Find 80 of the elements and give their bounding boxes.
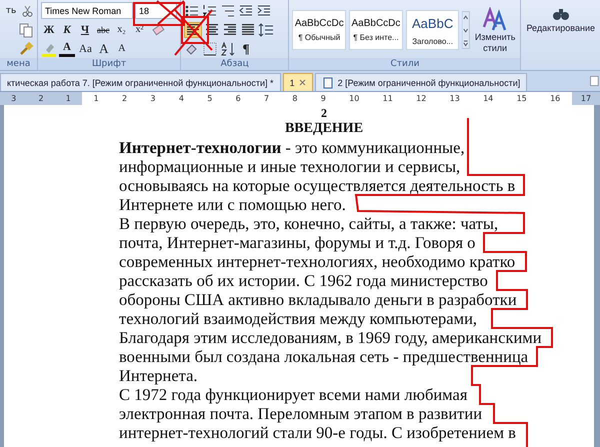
document-text-line: современных интернет-технологиях, необходимо кратко	[119, 252, 516, 271]
group-label: Абзац	[181, 58, 288, 70]
ruler-number: 11	[382, 94, 393, 103]
document-text-line: Интернет-технологии - это коммуникационные,	[119, 138, 465, 157]
ruler-number: 10	[349, 94, 360, 103]
change-case-button[interactable]: Aa	[77, 40, 94, 56]
document-text-line: С 1972 года функционирует всеми нами любимая	[119, 385, 468, 404]
align-button[interactable]	[240, 22, 256, 38]
ruler-number: 8	[292, 94, 298, 103]
editing-button[interactable]: Редактирование	[524, 6, 597, 33]
document-tab[interactable]: 1	[282, 73, 313, 91]
document-icon	[322, 76, 334, 88]
sort-icon[interactable]	[220, 40, 236, 56]
ruler-number: 9	[320, 94, 326, 103]
align-button[interactable]	[204, 22, 220, 38]
paintbrush-icon[interactable]	[18, 40, 34, 56]
document-text-line: Интернета.	[119, 366, 198, 385]
document-text-line: основываясь на которые осуществляется деятельность в	[119, 176, 516, 195]
multilevel-list-icon[interactable]	[220, 2, 236, 18]
format-button[interactable]: x₂	[114, 22, 130, 38]
ruler-number: 6	[236, 94, 241, 103]
document-heading: ВВЕДЕНИЕ	[284, 121, 364, 136]
ruler-number: 4	[178, 94, 184, 103]
font-name-field[interactable]: Times New Roman	[41, 2, 133, 19]
paste-label[interactable]: ть	[3, 2, 19, 18]
new-tab-icon[interactable]	[589, 74, 600, 88]
page-number: 2	[321, 106, 327, 120]
binoculars-icon	[552, 6, 570, 22]
ruler-number: 13	[450, 94, 460, 103]
ruler-number: 14	[483, 94, 494, 103]
ruler-number: 5	[207, 94, 212, 103]
group-label: Шрифт	[38, 58, 180, 70]
document-text-line: информационные и иные технологии и сервисы,	[119, 157, 460, 176]
document-text-line: электронная почта. Переломным этапом в развитии	[119, 404, 482, 423]
show-formatting-button[interactable]: ¶	[238, 40, 254, 56]
ruler-number: 1	[66, 94, 71, 103]
copy-icon[interactable]	[18, 22, 34, 38]
document-text-line: военными был создана локальная сеть - предшественница	[119, 347, 528, 366]
ruler-number: 3	[150, 94, 156, 103]
ruler-number: 17	[580, 94, 592, 103]
document-text-line: Благодаря этим исследованиям, в 1969 году, американскими	[119, 328, 542, 347]
change-styles-button[interactable]: Изменить стили	[472, 7, 518, 53]
style-preview[interactable]: AaBbCcDc ¶ Без инте...	[349, 10, 403, 50]
grow-font-button[interactable]: A	[96, 40, 112, 56]
scroll-arrows-icon[interactable]	[462, 10, 470, 50]
ruler-number: 7	[264, 94, 270, 103]
style-preview[interactable]: AaBbCcDc ¶ Обычный	[292, 10, 346, 50]
borders-icon[interactable]	[202, 40, 218, 56]
document-text-line: В первую очередь, это, конечно, сайты, а также: чаты,	[119, 214, 498, 233]
ruler-number: 2	[122, 94, 128, 103]
ruler-number: 15	[516, 94, 527, 103]
line-spacing-icon[interactable]	[258, 22, 274, 38]
ruler-number: 12	[416, 94, 426, 103]
styles-icon	[482, 7, 508, 31]
ruler-number: 1	[94, 94, 99, 103]
document-text-line: почта, Интернет-магазины, форумы и т.д. Говоря о	[119, 233, 476, 252]
shrink-font-button[interactable]: A	[114, 40, 130, 56]
increase-indent-icon[interactable]	[256, 2, 272, 18]
format-button[interactable]: К	[59, 22, 75, 38]
numbered-list-icon[interactable]	[202, 2, 218, 18]
group-label: мена	[0, 58, 37, 70]
ruler-number: 16	[550, 94, 560, 103]
decrease-indent-icon[interactable]	[238, 2, 254, 18]
group-label: Стили	[289, 58, 520, 70]
document-text-line: технологий взаимодействия между компьютерами,	[119, 309, 478, 328]
bullet-list-icon[interactable]	[184, 2, 200, 18]
align-button[interactable]	[222, 22, 238, 38]
document-text-line: Интернете или с помощью него.	[119, 195, 346, 214]
close-icon[interactable]	[298, 79, 306, 86]
format-button[interactable]: Ч	[77, 22, 93, 38]
format-button[interactable]: abc	[95, 22, 112, 38]
document-tab[interactable]: ктическая работа 7. [Режим ограниченной функциональности] *	[0, 73, 281, 91]
document-text-line: рассказать об их истории. С 1962 года министерство	[119, 271, 488, 290]
document-text-line: интернет-технологий стали 90-е годы. С изобретением в	[119, 423, 516, 442]
style-preview[interactable]: AaBbC Заголово...	[406, 10, 460, 50]
ruler-number: 2	[38, 94, 44, 103]
format-button[interactable]: Ж	[41, 22, 57, 38]
ruler-number: 3	[11, 94, 16, 103]
document-text-line: обороны США активно вкладывало деньги в разработки	[119, 290, 517, 309]
document-tab[interactable]: 2 [Режим ограниченной функциональности]	[314, 73, 528, 91]
